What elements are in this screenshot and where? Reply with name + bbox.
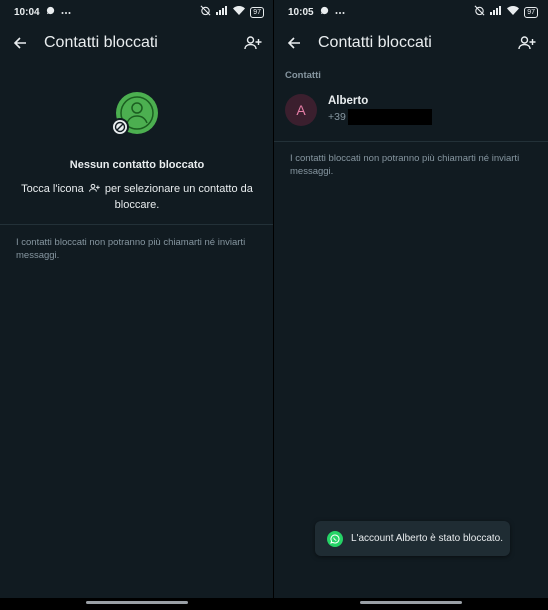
wifi-icon [507, 6, 520, 18]
empty-state-description: Tocca l'icona per selezionare un contatt… [20, 182, 254, 213]
empty-state-desc-end: per selezionare un contatto da bloccare. [104, 183, 253, 211]
section-label-contacts: Contatti [285, 70, 321, 81]
divider [274, 141, 548, 142]
empty-state-title: Nessun contatto bloccato [69, 159, 205, 171]
alarm-off-icon [200, 5, 211, 19]
wifi-icon [233, 6, 246, 18]
home-indicator[interactable] [360, 601, 462, 604]
signal-icon [490, 6, 502, 18]
toast-notification: L'account Alberto è stato bloccato. [315, 521, 510, 556]
signal-icon [216, 6, 228, 18]
person-add-icon[interactable] [516, 33, 538, 53]
home-indicator[interactable] [86, 601, 188, 604]
contact-phone: +39 [328, 109, 432, 125]
contact-phone-prefix: +39 [328, 111, 346, 123]
screen-blocked-list: 10:05 97 Contatti bloccati Contatti A Al… [274, 0, 548, 610]
status-bar: 10:05 97 [274, 0, 548, 24]
alarm-off-icon [474, 5, 485, 19]
toast-text: L'account Alberto è stato bloccato. [351, 533, 504, 544]
gesture-nav-bar [0, 598, 274, 610]
app-bar: Contatti bloccati [274, 28, 548, 58]
avatar: A [285, 94, 317, 126]
page-title: Contatti bloccati [44, 34, 158, 51]
contact-list-item[interactable]: A Alberto +39 [274, 88, 548, 132]
chat-notification-icon [46, 6, 55, 18]
gesture-nav-bar [274, 598, 548, 610]
app-bar: Contatti bloccati [0, 28, 274, 58]
battery-indicator: 97 [250, 6, 264, 18]
blocked-info-note: I contatti bloccati non potranno più chi… [290, 153, 520, 177]
blocked-info-note: I contatti bloccati non potranno più chi… [16, 237, 246, 261]
back-arrow-icon[interactable] [284, 33, 304, 53]
battery-indicator: 97 [524, 6, 538, 18]
screen-empty: 10:04 97 Contatti bloccati Nessun contat… [0, 0, 274, 610]
inline-person-add-icon [88, 183, 100, 198]
back-arrow-icon[interactable] [10, 33, 30, 53]
status-bar: 10:04 97 [0, 0, 274, 24]
status-time: 10:04 [14, 6, 40, 18]
more-notifications-icon [335, 7, 345, 18]
whatsapp-icon [327, 530, 343, 547]
empty-state-desc-start: Tocca l'icona [21, 183, 84, 195]
chat-notification-icon [320, 6, 329, 18]
redacted-phone-number [347, 109, 432, 125]
page-title: Contatti bloccati [318, 34, 432, 51]
status-time: 10:05 [288, 6, 314, 18]
divider [0, 224, 274, 225]
more-notifications-icon [61, 7, 71, 18]
blocked-person-icon [110, 90, 160, 140]
contact-name: Alberto [328, 95, 369, 107]
person-add-icon[interactable] [242, 33, 264, 53]
